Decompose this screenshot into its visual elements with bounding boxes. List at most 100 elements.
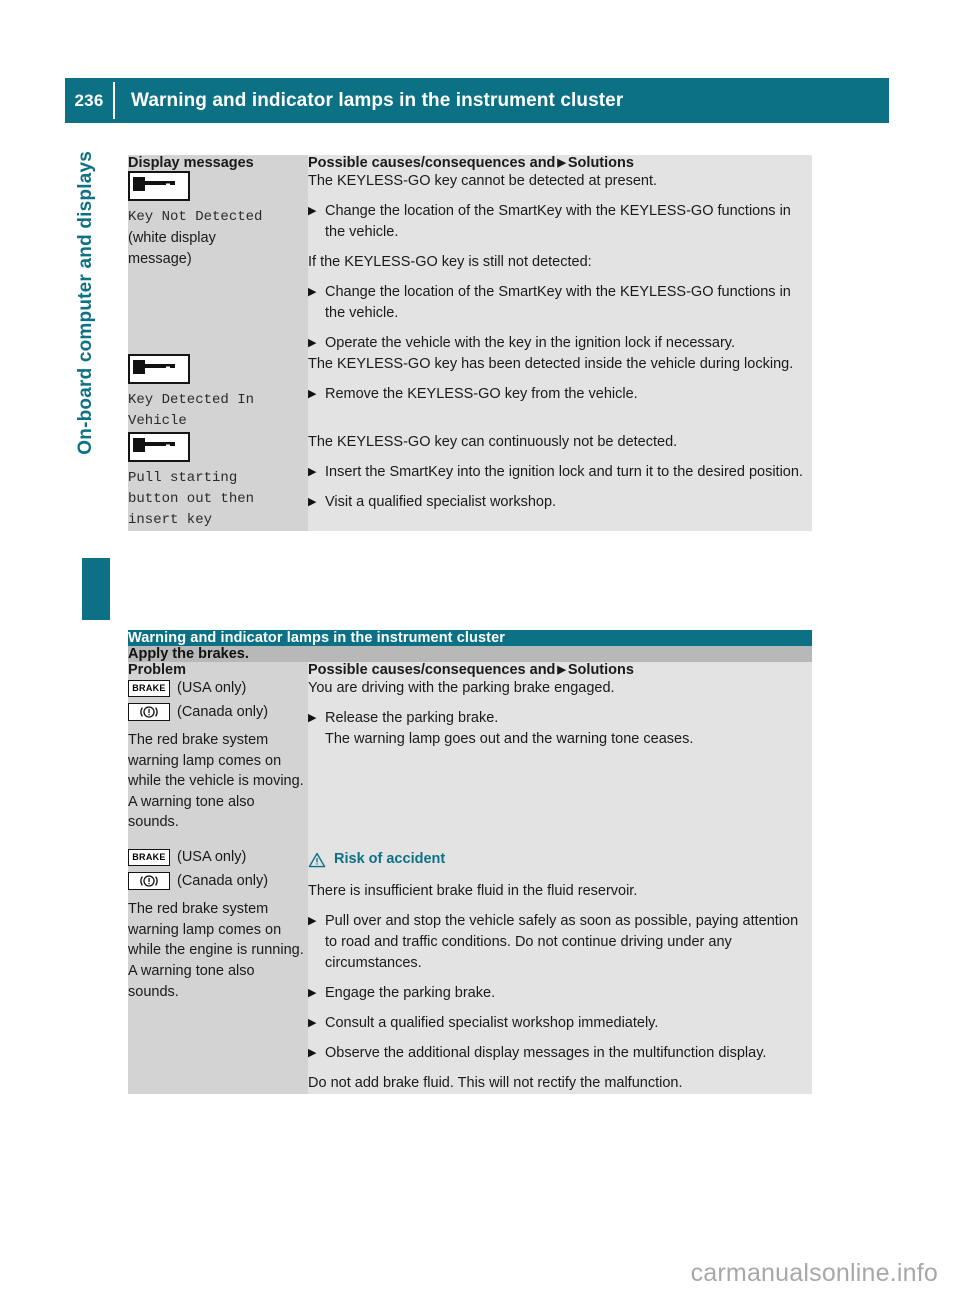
warning-notice-title: Risk of accident	[334, 851, 446, 868]
bullet-triangle-icon: ▶	[308, 1047, 317, 1060]
bullet-triangle-icon: ▶	[308, 205, 317, 218]
solution-bullet-text: Release the parking brake.	[325, 710, 499, 727]
bullet-triangle-icon: ▶	[308, 496, 317, 509]
table-row: Pull starting button out then insert key…	[128, 432, 812, 532]
bullet-triangle-icon: ▶	[308, 286, 317, 299]
solution-bullet: ▶ Consult a qualified specialist workshop…	[308, 1013, 812, 1034]
table-header-row: Problem Possible causes/consequences and…	[128, 662, 813, 678]
display-message-text: Pull starting button out then insert key	[128, 470, 255, 529]
solutions-cell: The KEYLESS-GO key has been detected ins…	[308, 354, 812, 433]
display-message-text: Key Not Detected	[128, 209, 263, 225]
display-messages-table: Display messages Possible causes/consequ…	[128, 155, 812, 532]
solution-bullet-text: Engage the parking brake.	[325, 985, 496, 1002]
chapter-tab-label: On-board computer and displays	[75, 151, 96, 455]
keyless-go-key-icon	[128, 171, 190, 201]
solutions-cell: You are driving with the parking brake e…	[308, 678, 813, 848]
bullet-triangle-icon: ▶	[308, 388, 317, 401]
solution-bullet: ▶ Change the location of the SmartKey wit…	[308, 201, 812, 243]
brake-usa-line: BRAKE (USA only)	[128, 847, 308, 868]
keyless-go-key-icon	[128, 354, 190, 385]
brake-warning-lamp-icon: BRAKE	[128, 679, 170, 697]
solution-bullet: ▶ Release the parking brake. The warning l…	[308, 708, 812, 750]
brake-warning-lamp-canada-icon	[128, 702, 170, 721]
display-message-note: (white display message)	[128, 230, 216, 267]
column-header-solutions-suffix: Solutions	[567, 155, 634, 171]
brake-canada-note: (Canada only)	[177, 703, 269, 720]
solution-bullet-text: Operate the vehicle with the key in the …	[325, 335, 735, 352]
brake-usa-note: (USA only)	[177, 680, 247, 696]
problem-cell: BRAKE (USA only) (Canada only) The red b…	[128, 678, 308, 848]
bullet-triangle-icon: ▶	[308, 1017, 317, 1030]
table-row: Key Detected In Vehicle The KEYLESS-GO k…	[128, 354, 812, 433]
solution-triangle-icon: ▶	[557, 663, 566, 676]
cause-text: There is insufficient brake fluid in the…	[308, 883, 638, 900]
cause-text: The KEYLESS-GO key cannot be detected at…	[308, 173, 658, 189]
page-title: Warning and indicator lamps in the instr…	[131, 89, 624, 111]
solution-bullet: ▶ Operate the vehicle with the key in the…	[308, 333, 812, 354]
page-header: 236 Warning and indicator lamps in the i…	[65, 78, 889, 123]
display-message-text: Key Detected In Vehicle	[128, 392, 255, 430]
solution-bullet-text: Pull over and stop the vehicle safely as…	[325, 913, 799, 972]
solutions-cell: The KEYLESS-GO key cannot be detected at…	[308, 171, 812, 355]
cause-text: The KEYLESS-GO key can continuously not …	[308, 434, 678, 451]
column-header-solutions-prefix: Possible causes/consequences and	[308, 662, 556, 678]
column-header-solutions: Possible causes/consequences and ▶ Solutio…	[308, 155, 812, 171]
solutions-cell: Risk of accident There is insufficient b…	[308, 847, 813, 1095]
solution-bullet: ▶ Observe the additional display messages…	[308, 1043, 812, 1064]
solution-triangle-icon: ▶	[557, 156, 566, 169]
solution-bullet-text: Consult a qualified specialist workshop …	[325, 1015, 659, 1032]
display-message-cell: Pull starting button out then insert key	[128, 432, 308, 532]
brake-warning-lamp-icon: BRAKE	[128, 848, 170, 866]
warning-triangle-icon	[308, 852, 326, 868]
subsection-title-row: Apply the brakes.	[128, 646, 813, 662]
section-title-row: Warning and indicator lamps in the instr…	[128, 630, 813, 646]
brake-usa-note: (USA only)	[177, 849, 247, 866]
bullet-triangle-icon: ▶	[308, 337, 317, 350]
table-row: BRAKE (USA only) (Canada only) The red b…	[128, 847, 813, 1095]
table-row: Key Not Detected (white display message)…	[128, 171, 812, 355]
warning-notice-header: Risk of accident	[308, 849, 812, 870]
solution-bullet: ▶ Visit a qualified specialist workshop.	[308, 492, 812, 513]
solution-bullet-text: Insert the SmartKey into the ignition lo…	[325, 464, 803, 481]
solution-bullet-subtext: The warning lamp goes out and the warnin…	[325, 731, 694, 748]
warning-lamps-table: Warning and indicator lamps in the instr…	[128, 630, 813, 1095]
display-message-cell: Key Not Detected (white display message)	[128, 171, 308, 355]
cause-text: The KEYLESS-GO key has been detected ins…	[308, 356, 794, 373]
column-header-display-messages: Display messages	[128, 155, 308, 171]
problem-description: The red brake system warning lamp comes …	[128, 901, 304, 1000]
solution-bullet-text: Change the location of the SmartKey with…	[325, 284, 791, 322]
bullet-triangle-icon: ▶	[308, 712, 317, 725]
column-header-solutions-prefix: Possible causes/consequences and	[308, 155, 556, 171]
problem-description: The red brake system warning lamp comes …	[128, 732, 304, 831]
site-watermark: carmanualsonline.info	[690, 1259, 938, 1287]
cause-text: You are driving with the parking brake e…	[308, 680, 615, 696]
table-row: BRAKE (USA only) (Canada only) The red b…	[128, 678, 813, 848]
brake-warning-lamp-canada-icon	[128, 871, 170, 890]
chapter-tab: On-board computer and displays	[66, 151, 110, 620]
cause-text: Do not add brake fluid. This will not re…	[308, 1075, 683, 1092]
table-header-row: Display messages Possible causes/consequ…	[128, 155, 812, 171]
chapter-tab-marker	[82, 558, 110, 620]
solution-bullet-text: Visit a qualified specialist workshop.	[325, 494, 557, 511]
solution-bullet-text: Observe the additional display messages …	[325, 1045, 767, 1062]
cause-text: If the KEYLESS-GO key is still not detec…	[308, 254, 592, 271]
solution-bullet-text: Remove the KEYLESS-GO key from the vehic…	[325, 386, 638, 403]
brake-canada-line: (Canada only)	[128, 871, 308, 892]
display-message-cell: Key Detected In Vehicle	[128, 354, 308, 433]
solution-bullet: ▶ Engage the parking brake.	[308, 983, 812, 1004]
solution-bullet: ▶ Pull over and stop the vehicle safely a…	[308, 911, 812, 974]
section-title: Warning and indicator lamps in the instr…	[128, 630, 813, 646]
solution-bullet-text: Change the location of the SmartKey with…	[325, 203, 791, 241]
brake-canada-note: (Canada only)	[177, 872, 269, 889]
column-header-solutions-suffix: Solutions	[567, 662, 634, 678]
subsection-title: Apply the brakes.	[128, 646, 813, 662]
problem-cell: BRAKE (USA only) (Canada only) The red b…	[128, 847, 308, 1095]
column-header-problem: Problem	[128, 662, 308, 678]
page-number: 236	[74, 90, 104, 110]
bullet-triangle-icon: ▶	[308, 466, 317, 479]
column-header-solutions: Possible causes/consequences and ▶ Solutio…	[308, 662, 813, 678]
solutions-cell: The KEYLESS-GO key can continuously not …	[308, 432, 812, 532]
solution-bullet: ▶ Insert the SmartKey into the ignition l…	[308, 462, 812, 483]
keyless-go-key-icon	[128, 432, 190, 463]
solution-bullet: ▶ Change the location of the SmartKey wit…	[308, 282, 812, 324]
